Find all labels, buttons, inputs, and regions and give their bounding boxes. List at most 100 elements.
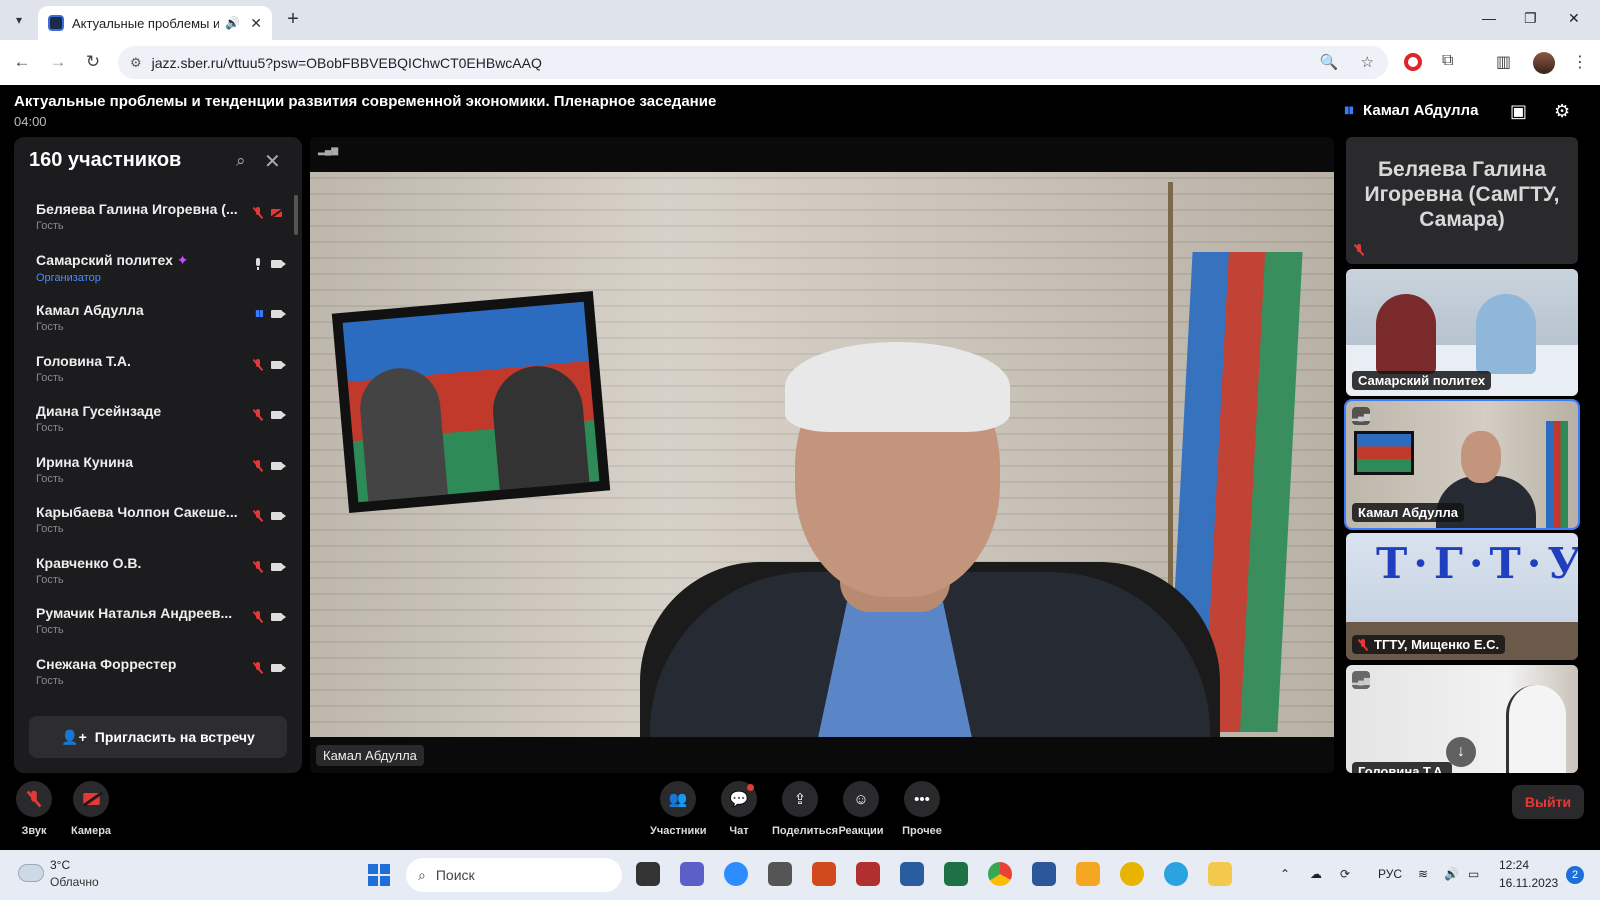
participant-row[interactable]: Диана Гусейнзаде Гость	[14, 397, 302, 448]
browser-menu-icon[interactable]: ⋮	[1572, 52, 1588, 72]
main-video-name-label: Камал Абдулла	[316, 745, 424, 766]
word-icon[interactable]	[1032, 862, 1056, 886]
main-video[interactable]: ▂▄▆ Камал Абдулла	[310, 137, 1334, 773]
camera-on-icon	[271, 259, 286, 268]
file-explorer-icon[interactable]	[1208, 862, 1232, 886]
search-icon[interactable]: ⌕	[236, 151, 246, 171]
sm-app-icon[interactable]	[1120, 862, 1144, 886]
participants-label: Участники	[650, 825, 707, 837]
tab-search-dropdown-icon[interactable]: ▾	[8, 9, 30, 31]
clock-date[interactable]: 16.11.2023	[1499, 876, 1558, 890]
photos-icon[interactable]	[900, 862, 924, 886]
participant-row[interactable]: Ирина Кунина Гость	[14, 448, 302, 499]
language-indicator[interactable]: РУС	[1378, 867, 1402, 881]
teams-icon[interactable]	[680, 862, 704, 886]
settings-gear-icon[interactable]: ⚙	[1554, 101, 1570, 122]
side-panel-icon[interactable]: ▥	[1496, 52, 1511, 72]
participant-role: Гость	[36, 472, 64, 485]
sync-icon[interactable]: ⟳	[1340, 867, 1350, 881]
wifi-icon[interactable]: ≋	[1418, 867, 1428, 881]
reactions-button[interactable]: ☺ Реакции	[833, 781, 889, 837]
extensions-icon[interactable]: ⧉	[1442, 52, 1453, 70]
telegram-icon[interactable]	[1164, 862, 1188, 886]
tray-chevron-icon[interactable]: ⌃	[1280, 867, 1290, 881]
reload-icon[interactable]: ↻	[82, 52, 104, 72]
add-person-icon: 👤+	[61, 728, 87, 745]
adblock-extension-icon[interactable]	[1404, 53, 1422, 71]
tab-close-icon[interactable]: ✕	[250, 15, 262, 32]
participants-scrollbar[interactable]	[294, 195, 298, 235]
battery-icon[interactable]: ▭	[1468, 867, 1479, 881]
mail-icon[interactable]	[1076, 862, 1100, 886]
participant-row[interactable]: Румачик Наталья Андреев... Гость	[14, 599, 302, 650]
participant-row[interactable]: Снежана Форрестер Гость	[14, 650, 302, 701]
clock-time[interactable]: 12:24	[1499, 858, 1529, 872]
restore-icon[interactable]: ❐	[1524, 10, 1537, 27]
forward-icon[interactable]: →	[47, 52, 69, 72]
layout-icon[interactable]: ▣	[1510, 101, 1527, 122]
mic-on-icon	[253, 257, 263, 270]
participants-button[interactable]: 👥 Участники	[650, 781, 707, 837]
mic-off-icon	[253, 459, 263, 472]
participant-row[interactable]: Камал Абдулла Гость ▮▮	[14, 296, 302, 347]
participant-row[interactable]: Головина Т.А. Гость	[14, 347, 302, 398]
video-tile[interactable]: Т·Г·Т·У ТГТУ, Мищенко Е.С.	[1346, 533, 1578, 660]
calculator-icon[interactable]	[768, 862, 792, 886]
invite-button[interactable]: 👤+ Пригласить на встречу	[29, 716, 287, 758]
window-close-icon[interactable]: ✕	[1568, 10, 1580, 27]
participant-role: Гость	[36, 220, 64, 232]
powerpoint-icon[interactable]	[812, 862, 836, 886]
profile-avatar[interactable]	[1533, 52, 1555, 74]
onedrive-icon[interactable]: ☁	[1310, 867, 1322, 881]
notification-badge[interactable]: 2	[1566, 866, 1584, 884]
participant-row[interactable]: Самарский политех ✦ Организатор	[14, 246, 302, 297]
more-button[interactable]: ••• Прочее	[894, 781, 950, 837]
address-bar[interactable]: ⚙ jazz.sber.ru/vttuu5?psw=OBobFBBVEBQICh…	[118, 46, 1388, 79]
camera-toggle[interactable]: Камера	[63, 781, 119, 837]
video-tile[interactable]: ▂▄▆ ↓ Головина Т.А.	[1346, 665, 1578, 773]
leave-button[interactable]: Выйти	[1512, 785, 1584, 819]
close-icon[interactable]: ✕	[264, 149, 281, 174]
participant-row[interactable]: ТГТУ, Мищенко Е.С.Гость	[14, 700, 302, 705]
back-icon[interactable]: ←	[11, 52, 33, 72]
meeting-title: Актуальные проблемы и тенденции развития…	[14, 93, 717, 110]
tile-name: Камал Абдулла	[1358, 505, 1459, 520]
participant-row[interactable]: Карыбаева Чолпон Сакеше... Гость	[14, 498, 302, 549]
participant-row[interactable]: Кравченко О.В. Гость	[14, 549, 302, 600]
task-view-icon[interactable]	[636, 862, 660, 886]
weather-temperature[interactable]: 3°C	[50, 858, 70, 872]
camera-off-icon	[271, 209, 282, 217]
browser-toolbar: ← → ↻ ⚙ jazz.sber.ru/vttuu5?psw=OBobFBBV…	[0, 40, 1600, 85]
video-tile[interactable]: Беляева Галина Игоревна (СамГТУ, Самара)	[1346, 137, 1578, 264]
zoom-icon[interactable]: 🔍	[1320, 53, 1339, 71]
browser-tab[interactable]: Актуальные проблемы и 🔊 ✕	[38, 6, 272, 40]
bookmark-star-icon[interactable]: ☆	[1361, 53, 1374, 71]
minimize-icon[interactable]: —	[1482, 10, 1496, 26]
weather-description[interactable]: Облачно	[50, 875, 99, 889]
url-text: jazz.sber.ru/vttuu5?psw=OBobFBBVEBQIChwC…	[151, 54, 542, 71]
cloud-icon[interactable]	[18, 864, 44, 882]
share-button[interactable]: ⇪ Поделиться	[772, 781, 838, 837]
participant-row[interactable]: Беляева Галина Игоревна (... Гость	[14, 195, 302, 246]
chat-icon: 💬	[721, 781, 757, 817]
participants-panel: 160 участников ⌕ ✕ Беляева Галина Игорев…	[14, 137, 302, 773]
taskbar-search[interactable]: ⌕ Поиск	[406, 858, 622, 892]
speaker-icon[interactable]: 🔊	[225, 16, 240, 30]
chrome-icon[interactable]	[988, 862, 1012, 886]
site-settings-icon[interactable]: ⚙	[130, 55, 142, 71]
windows-start-icon[interactable]	[368, 864, 390, 886]
volume-icon[interactable]: 🔊	[1444, 867, 1459, 881]
mic-off-icon	[253, 611, 263, 623]
excel-icon[interactable]	[944, 862, 968, 886]
video-tile[interactable]: Самарский политех	[1346, 269, 1578, 396]
new-tab-button[interactable]: +	[282, 9, 304, 31]
more-dots-icon: •••	[904, 781, 940, 817]
chat-button[interactable]: 💬 Чат	[711, 781, 767, 837]
zoom-app-icon[interactable]	[724, 862, 748, 886]
conference-app: Актуальные проблемы и тенденции развития…	[0, 85, 1600, 850]
pdf-icon[interactable]	[856, 862, 880, 886]
sound-toggle[interactable]: Звук	[6, 781, 62, 837]
signal-strength-icon: ▂▄▆	[318, 145, 339, 155]
video-tile-active[interactable]: ▂▄▆ Камал Абдулла	[1344, 399, 1580, 530]
share-screen-icon: ⇪	[782, 781, 818, 817]
